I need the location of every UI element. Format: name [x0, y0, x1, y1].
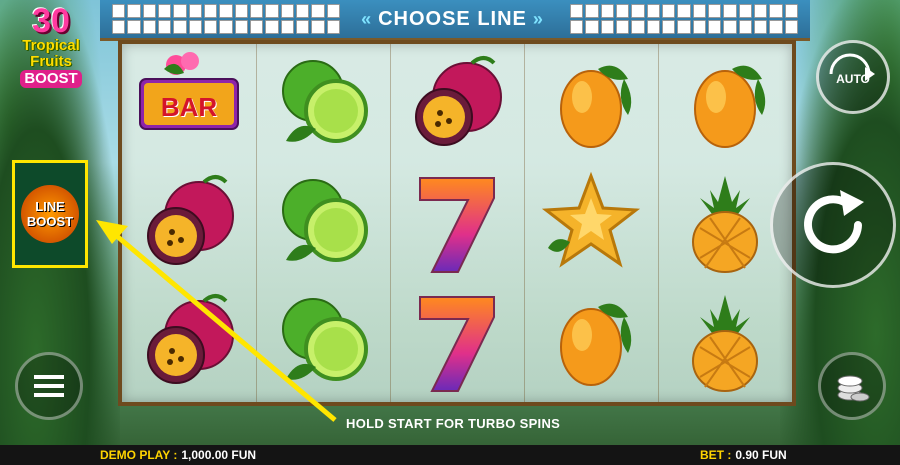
spin-icon [804, 190, 864, 254]
demo-label: DEMO PLAY : [100, 448, 178, 462]
spin-button[interactable] [770, 162, 896, 288]
tutorial-arrow [96, 220, 337, 422]
auto-button[interactable]: AUTO [816, 40, 890, 114]
status-bar: DEMO PLAY :1,000.00 FUN BET :0.90 FUN [0, 445, 900, 465]
bet-label: BET : [700, 448, 732, 462]
menu-button[interactable] [15, 352, 83, 420]
turbo-hint: HOLD START FOR TURBO SPINS [346, 416, 561, 431]
menu-icon [34, 375, 64, 397]
coins-icon [837, 375, 870, 402]
bet-value: 0.90 FUN [735, 448, 787, 462]
demo-balance: 1,000.00 FUN [181, 448, 257, 462]
bet-button[interactable] [818, 352, 886, 420]
auto-label: AUTO [836, 72, 870, 86]
